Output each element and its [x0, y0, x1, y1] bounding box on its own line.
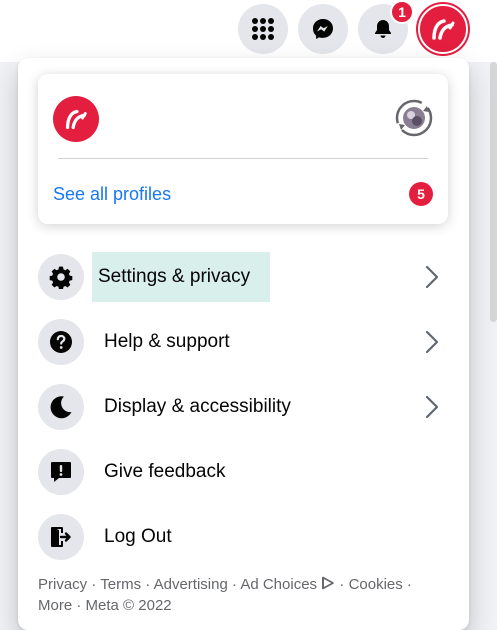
profile-card: See all profiles 5	[38, 74, 448, 224]
brand-logo-icon	[65, 109, 87, 130]
footer-copyright: Meta © 2022	[85, 597, 172, 614]
top-navigation-bar: 1	[0, 0, 497, 62]
menu-item-help-support[interactable]: Help & support	[38, 317, 458, 367]
menu-item-display-accessibility[interactable]: Display & accessibility	[38, 382, 458, 432]
switch-profile-icon	[395, 99, 433, 137]
account-menu: See all profiles 5 Settings & privacy He…	[18, 58, 469, 630]
footer-link-privacy[interactable]: Privacy	[38, 576, 87, 593]
messenger-button[interactable]	[298, 4, 348, 54]
display-accessibility-label: Display & accessibility	[104, 396, 291, 417]
see-all-profiles-link[interactable]: See all profiles	[53, 184, 171, 205]
chevron-right-icon	[425, 330, 439, 354]
help-support-label: Help & support	[104, 331, 230, 352]
moon-icon	[38, 384, 84, 430]
notification-count-badge: 1	[390, 0, 414, 24]
footer-link-more[interactable]: More	[38, 597, 72, 614]
give-feedback-label: Give feedback	[104, 461, 226, 482]
menu-grid-button[interactable]	[238, 4, 288, 54]
footer-link-advertising[interactable]: Advertising	[154, 576, 228, 593]
question-icon	[38, 319, 84, 365]
footer-link-terms[interactable]: Terms	[100, 576, 141, 593]
menu-item-log-out[interactable]: Log Out	[38, 512, 458, 562]
ad-choices-icon	[322, 576, 335, 590]
logout-icon	[38, 514, 84, 560]
footer-link-ad-choices[interactable]: Ad Choices	[240, 576, 317, 593]
chevron-right-icon	[425, 395, 439, 419]
profile-avatar[interactable]	[53, 96, 99, 142]
profiles-count-badge: 5	[409, 182, 433, 206]
menu-item-settings-privacy[interactable]: Settings & privacy	[38, 252, 458, 302]
brand-logo-icon	[432, 19, 455, 40]
log-out-label: Log Out	[104, 526, 172, 547]
footer-link-cookies[interactable]: Cookies	[349, 576, 403, 593]
settings-privacy-label: Settings & privacy	[92, 252, 271, 302]
feedback-icon	[38, 449, 84, 495]
menu-item-give-feedback[interactable]: Give feedback	[38, 447, 458, 497]
footer-links: Privacy · Terms · Advertising · Ad Choic…	[38, 576, 412, 614]
gear-icon	[38, 254, 84, 300]
chevron-right-icon	[425, 265, 439, 289]
menu-grid-icon	[252, 18, 274, 40]
notifications-button[interactable]: 1	[358, 0, 414, 54]
account-avatar[interactable]	[418, 4, 468, 54]
notifications-bell-icon	[375, 20, 391, 38]
messenger-icon	[313, 19, 333, 39]
scrollbar[interactable]	[490, 62, 497, 322]
switch-profile-button[interactable]	[394, 98, 434, 138]
profile-divider	[58, 158, 428, 159]
